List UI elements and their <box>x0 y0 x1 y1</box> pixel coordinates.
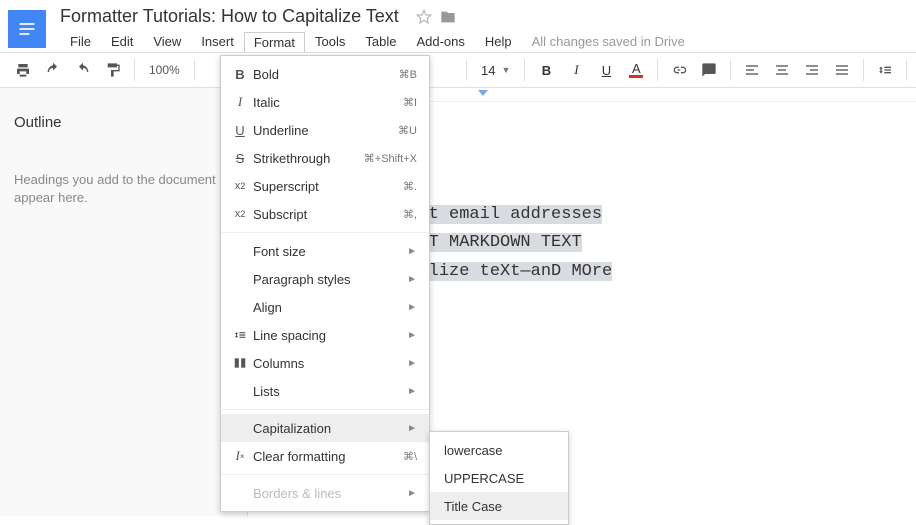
menu-shortcut: ⌘, <box>403 208 417 221</box>
menu-label: Strikethrough <box>253 151 364 166</box>
star-icon[interactable] <box>415 8 433 26</box>
format-italic[interactable]: I Italic ⌘I <box>221 88 429 116</box>
menu-addons[interactable]: Add-ons <box>406 31 474 52</box>
docs-app-icon[interactable] <box>8 10 46 48</box>
menu-table[interactable]: Table <box>355 31 406 52</box>
format-font-size[interactable]: Font size ► <box>221 237 429 265</box>
cap-title-case[interactable]: Title Case <box>430 492 568 520</box>
menu-label: Borders & lines <box>253 486 407 501</box>
columns-icon <box>227 356 253 370</box>
menu-insert[interactable]: Insert <box>191 31 244 52</box>
format-bold[interactable]: B Bold ⌘B <box>221 60 429 88</box>
chevron-right-icon: ► <box>407 302 417 313</box>
menu-label: Bold <box>253 67 399 82</box>
menu-edit[interactable]: Edit <box>101 31 143 52</box>
menu-file[interactable]: File <box>60 31 101 52</box>
outline-empty-message: Headings you add to the document appear … <box>14 171 233 206</box>
format-clear-formatting[interactable]: I× Clear formatting ⌘\ <box>221 442 429 470</box>
format-columns[interactable]: Columns ► <box>221 349 429 377</box>
cap-lowercase[interactable]: lowercase <box>430 436 568 464</box>
menu-label: Capitalization <box>253 421 407 436</box>
format-subscript[interactable]: x2 Subscript ⌘, <box>221 200 429 228</box>
menu-shortcut: ⌘+Shift+X <box>364 152 417 165</box>
format-strikethrough[interactable]: S Strikethrough ⌘+Shift+X <box>221 144 429 172</box>
menu-label: Font size <box>253 244 407 259</box>
capitalization-submenu: lowercase UPPERCASE Title Case <box>429 431 569 525</box>
line-spacing-icon <box>227 328 253 342</box>
menu-label: Subscript <box>253 207 403 222</box>
align-right-icon[interactable] <box>798 56 826 84</box>
chevron-right-icon: ► <box>407 274 417 285</box>
format-borders-lines: Borders & lines ► <box>221 479 429 507</box>
font-size-value: 14 <box>481 63 495 78</box>
menu-shortcut: ⌘U <box>398 124 417 137</box>
menu-label: Superscript <box>253 179 403 194</box>
bold-icon: B <box>227 67 253 82</box>
format-superscript[interactable]: x2 Superscript ⌘. <box>221 172 429 200</box>
underline-icon[interactable]: U <box>592 56 620 84</box>
menubar: File Edit View Insert Format Tools Table… <box>60 31 685 52</box>
save-status: All changes saved in Drive <box>522 34 685 49</box>
format-lists[interactable]: Lists ► <box>221 377 429 405</box>
menu-shortcut: ⌘I <box>403 96 417 109</box>
align-left-icon[interactable] <box>738 56 766 84</box>
comment-icon[interactable] <box>695 56 723 84</box>
chevron-down-icon: ▼ <box>501 65 510 75</box>
menu-format[interactable]: Format <box>244 32 305 52</box>
menu-label: Clear formatting <box>253 449 403 464</box>
clear-format-icon: I× <box>227 448 253 464</box>
subscript-icon: x2 <box>227 208 253 220</box>
format-underline[interactable]: U Underline ⌘U <box>221 116 429 144</box>
menu-shortcut: ⌘. <box>403 180 417 193</box>
menu-label: Align <box>253 300 407 315</box>
menu-label: Lists <box>253 384 407 399</box>
menu-label: Italic <box>253 95 403 110</box>
chevron-right-icon: ► <box>407 386 417 397</box>
outline-panel: Outline Headings you add to the document… <box>0 88 248 516</box>
folder-icon[interactable] <box>439 8 457 26</box>
zoom-select[interactable]: 100% <box>141 63 188 77</box>
align-center-icon[interactable] <box>768 56 796 84</box>
font-size-select[interactable]: 14 ▼ <box>473 63 518 78</box>
redo-icon[interactable] <box>69 56 97 84</box>
align-justify-icon[interactable] <box>828 56 856 84</box>
undo-icon[interactable] <box>39 56 67 84</box>
chevron-right-icon: ► <box>407 423 417 434</box>
underline-icon: U <box>227 123 253 138</box>
menu-shortcut: ⌘\ <box>403 450 417 463</box>
format-menu-dropdown: B Bold ⌘B I Italic ⌘I U Underline ⌘U S S… <box>220 55 430 512</box>
format-align[interactable]: Align ► <box>221 293 429 321</box>
menu-label: Columns <box>253 356 407 371</box>
format-capitalization[interactable]: Capitalization ► <box>221 414 429 442</box>
text-color-icon[interactable]: A <box>622 56 650 84</box>
format-paragraph-styles[interactable]: Paragraph styles ► <box>221 265 429 293</box>
outline-title: Outline <box>14 114 233 131</box>
menu-label: Line spacing <box>253 328 407 343</box>
line-spacing-icon[interactable] <box>871 56 899 84</box>
menu-shortcut: ⌘B <box>399 68 417 81</box>
italic-icon[interactable]: I <box>562 56 590 84</box>
superscript-icon: x2 <box>227 180 253 192</box>
print-icon[interactable] <box>9 56 37 84</box>
chevron-right-icon: ► <box>407 246 417 257</box>
menu-view[interactable]: View <box>143 31 191 52</box>
bold-icon[interactable]: B <box>532 56 560 84</box>
menu-tools[interactable]: Tools <box>305 31 355 52</box>
menu-help[interactable]: Help <box>475 31 522 52</box>
strikethrough-icon: S <box>227 151 253 166</box>
ruler-indent-marker[interactable] <box>478 90 488 96</box>
menu-label: Underline <box>253 123 398 138</box>
chevron-right-icon: ► <box>407 358 417 369</box>
format-line-spacing[interactable]: Line spacing ► <box>221 321 429 349</box>
cap-uppercase[interactable]: UPPERCASE <box>430 464 568 492</box>
chevron-right-icon: ► <box>407 488 417 499</box>
doc-title[interactable]: Formatter Tutorials: How to Capitalize T… <box>60 6 409 27</box>
paint-format-icon[interactable] <box>99 56 127 84</box>
chevron-right-icon: ► <box>407 330 417 341</box>
italic-icon: I <box>227 94 253 110</box>
toolbar-right: 14 ▼ B I U A <box>460 52 916 88</box>
menu-label: Paragraph styles <box>253 272 407 287</box>
link-icon[interactable] <box>665 56 693 84</box>
